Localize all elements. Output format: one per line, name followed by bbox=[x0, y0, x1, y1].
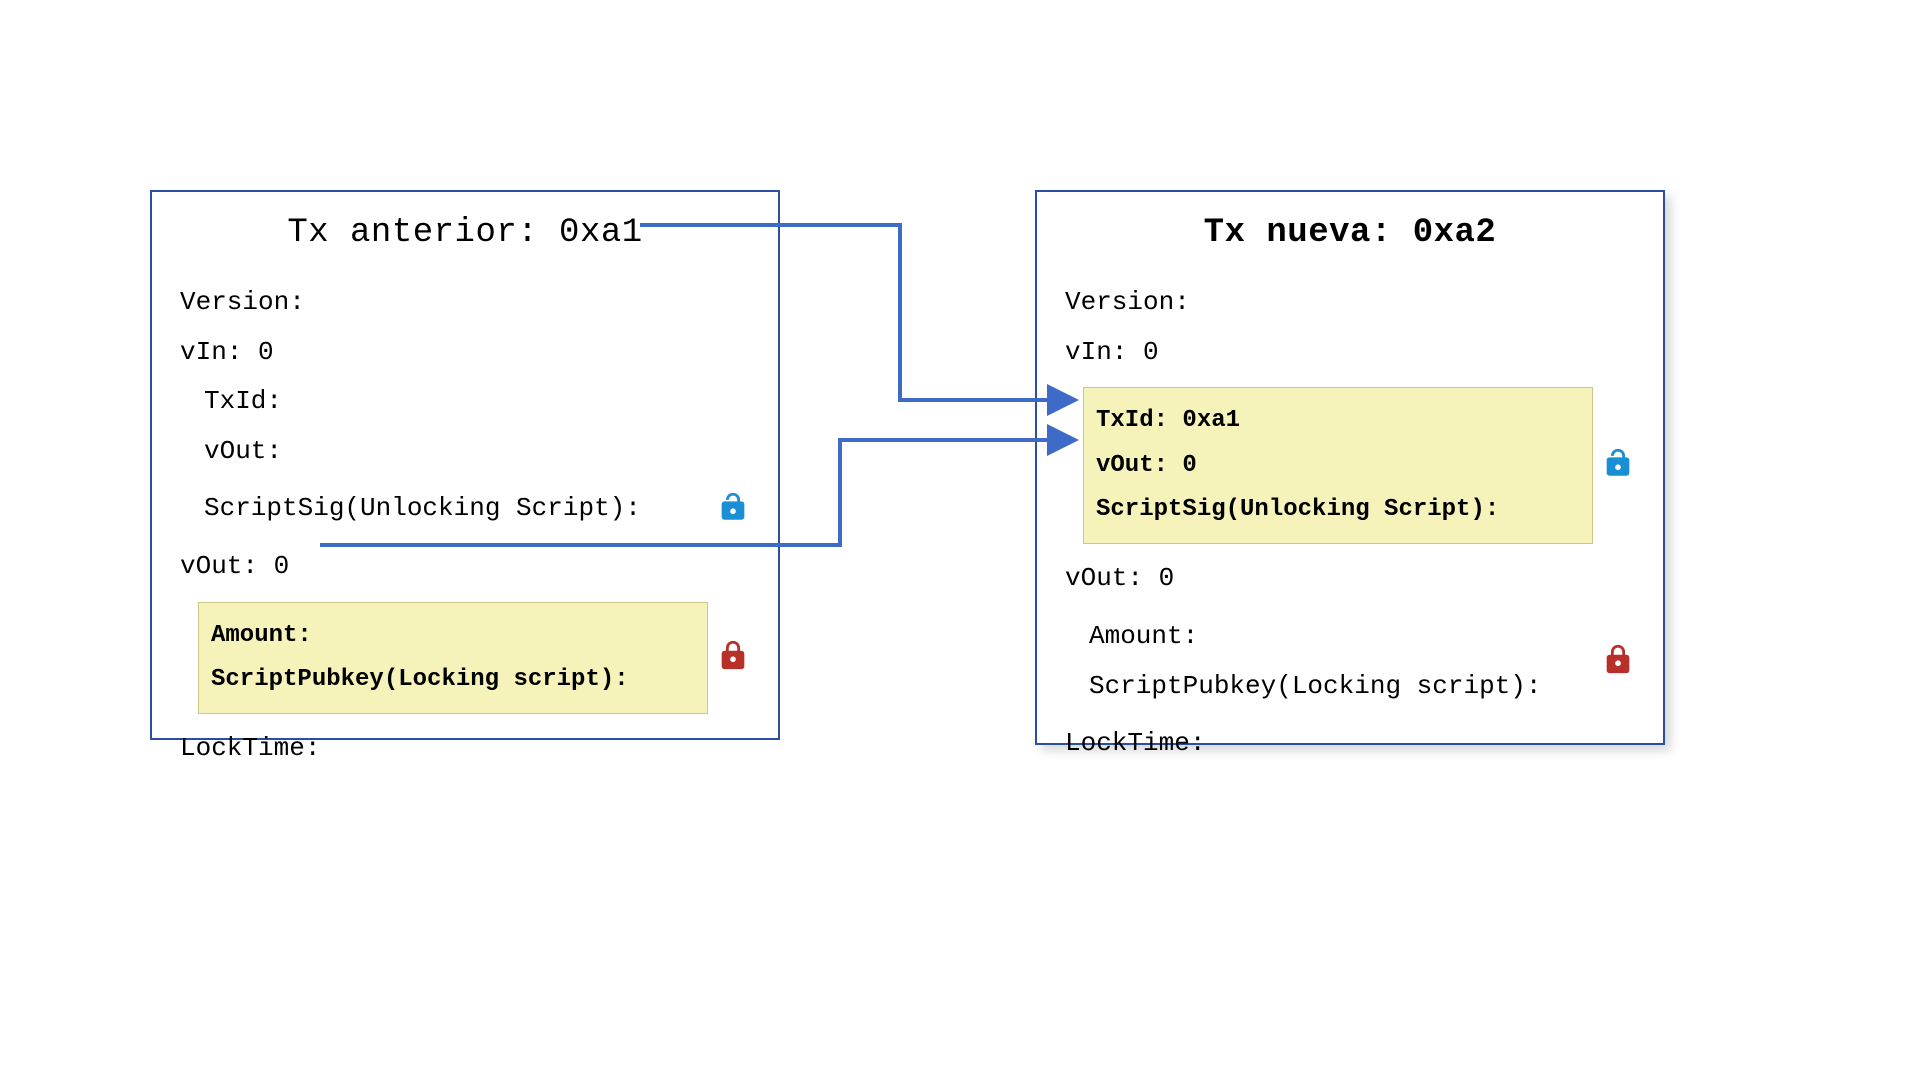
vout-inner-label: vOut: bbox=[180, 431, 750, 473]
vout-inner-label: vOut: 0 bbox=[1096, 447, 1580, 485]
scriptsig-label: ScriptSig(Unlocking Script): bbox=[180, 488, 708, 530]
open-lock-icon bbox=[1601, 446, 1635, 485]
tx-box-anterior: Tx anterior: 0xa1 Version: vIn: 0 TxId: … bbox=[150, 190, 780, 740]
highlight-vout-anterior: Amount: ScriptPubkey(Locking script): bbox=[198, 602, 708, 715]
vout-label: vOut: 0 bbox=[180, 546, 750, 588]
closed-lock-icon bbox=[1601, 642, 1635, 681]
amount-label: Amount: bbox=[1065, 616, 1593, 658]
closed-lock-icon bbox=[716, 638, 750, 677]
tx-box-nueva: Tx nueva: 0xa2 Version: vIn: 0 TxId: 0xa… bbox=[1035, 190, 1665, 745]
locktime-label: LockTime: bbox=[1065, 723, 1635, 765]
vout-label: vOut: 0 bbox=[1065, 558, 1635, 600]
tx-title-anterior: Tx anterior: 0xa1 bbox=[180, 214, 750, 252]
scriptpubkey-label: ScriptPubkey(Locking script): bbox=[211, 661, 695, 699]
txid-label: TxId: 0xa1 bbox=[1096, 402, 1580, 440]
version-label: Version: bbox=[1065, 282, 1635, 324]
scriptpubkey-label: ScriptPubkey(Locking script): bbox=[1065, 666, 1593, 708]
version-label: Version: bbox=[180, 282, 750, 324]
open-lock-icon bbox=[716, 490, 750, 529]
vin-label: vIn: 0 bbox=[1065, 332, 1635, 374]
amount-label: Amount: bbox=[211, 617, 695, 655]
diagram-canvas: Tx anterior: 0xa1 Version: vIn: 0 TxId: … bbox=[0, 0, 1910, 1066]
scriptsig-label: ScriptSig(Unlocking Script): bbox=[1096, 491, 1580, 529]
tx-title-nueva: Tx nueva: 0xa2 bbox=[1065, 214, 1635, 252]
txid-label: TxId: bbox=[180, 381, 750, 423]
locktime-label: LockTime: bbox=[180, 728, 750, 770]
highlight-vin-nueva: TxId: 0xa1 vOut: 0 ScriptSig(Unlocking S… bbox=[1083, 387, 1593, 544]
vin-label: vIn: 0 bbox=[180, 332, 750, 374]
